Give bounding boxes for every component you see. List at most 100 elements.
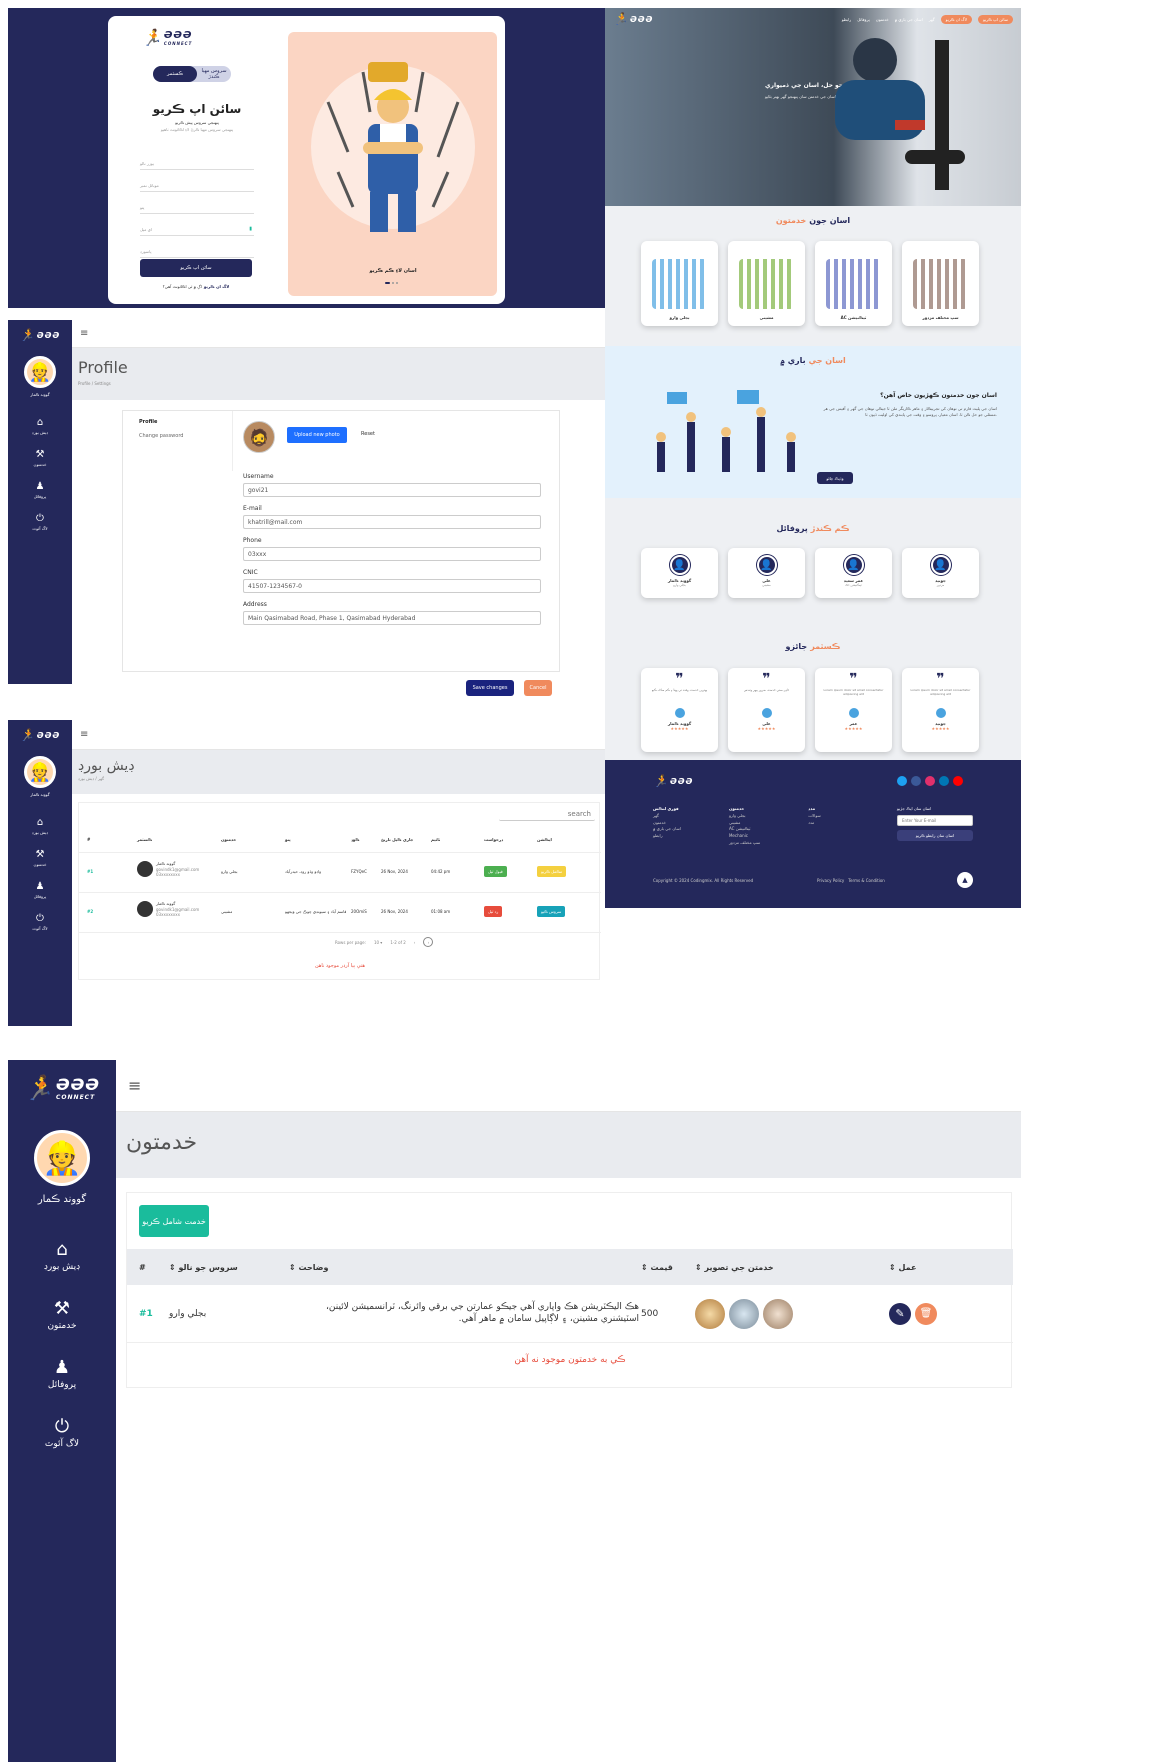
request-badge[interactable]: رد ٿيل — [484, 906, 503, 917]
sidebar-item-2[interactable]: ♟ پروفائل — [44, 1357, 80, 1390]
signup-field-0[interactable]: يوزر نالو — [140, 148, 254, 170]
menu-toggle-icon[interactable]: ≡ — [80, 328, 88, 339]
review-card[interactable]: ❞ Lorem ipsum dolor sit amet consectetur … — [815, 668, 892, 752]
nav-profile[interactable]: Profile — [123, 411, 232, 429]
newsletter-button[interactable]: اسان سان رابطو ڪريو — [897, 830, 973, 841]
worker-card[interactable]: 👤 گووند ڪمار بجلي وارو — [641, 548, 718, 598]
column-header[interactable]: ⇕ قيمت — [641, 1263, 673, 1272]
worker-card[interactable]: 👤 جونيد مزدور — [902, 548, 979, 598]
nav-link[interactable]: اسان جي باري ۾ — [895, 17, 923, 22]
column-header[interactable]: # — [139, 1263, 146, 1272]
profile-field-input[interactable] — [243, 611, 541, 625]
newsletter-email-input[interactable] — [897, 815, 973, 826]
sidebar-item-2[interactable]: ♟ پروفائل — [32, 481, 48, 499]
sidebar-item-1[interactable]: ⚒ خدمتون — [32, 849, 48, 867]
toggle-customer[interactable]: ڪسٽمر — [153, 66, 197, 82]
review-card[interactable]: ❞ Lorem ipsum dolor sit amet consectetur … — [902, 668, 979, 752]
sidebar-logo[interactable]: 🏃 ƏƏƏ CONNECT — [24, 1074, 100, 1102]
sidebar-item-2[interactable]: ♟ پروفائل — [32, 881, 48, 899]
footer-link[interactable]: مشيني — [729, 820, 760, 827]
column-header[interactable]: ⇕ وضاحت — [289, 1263, 328, 1272]
save-changes-button[interactable]: Save changes — [466, 680, 514, 696]
service-card[interactable]: بجلي وارو — [641, 241, 718, 326]
nav-link[interactable]: گهر — [929, 17, 935, 22]
rows-per-page-select[interactable]: 10 ▾ — [374, 940, 382, 945]
cancel-button[interactable]: Cancel — [524, 680, 552, 696]
column-header[interactable]: خدمتون — [221, 837, 236, 842]
nav-link[interactable]: خدمتون — [876, 17, 889, 22]
upload-photo-button[interactable]: Upload new photo — [287, 427, 347, 443]
column-header[interactable]: ٽائيم — [431, 837, 440, 842]
action-button[interactable]: سروس ڪيو — [537, 906, 566, 917]
menu-toggle-icon[interactable]: ≡ — [128, 1076, 141, 1095]
signup-field-2[interactable]: پتو — [140, 192, 254, 214]
delete-icon[interactable]: 🗑 — [915, 1302, 937, 1325]
footer-link[interactable]: مدد — [808, 820, 821, 827]
worker-card[interactable]: 👤 علي مشيني — [728, 548, 805, 598]
column-header[interactable]: ⇕ خدمتن جي تصوير — [695, 1263, 774, 1272]
service-card[interactable]: AC ٽيڪنيشن — [815, 241, 892, 326]
service-image[interactable] — [729, 1298, 759, 1329]
scroll-top-button[interactable]: ▲ — [957, 872, 973, 888]
about-more-button[interactable]: وڌيڪ ڄاڻو — [817, 472, 853, 484]
role-toggle[interactable]: ڪسٽمر سروس مهيا ڪندڙ — [153, 66, 231, 82]
sidebar-item-0[interactable]: ⌂ ڊيش بورڊ — [32, 417, 48, 435]
profile-field-input[interactable] — [243, 547, 541, 561]
footer-link[interactable]: سڀ مختلف مزدور — [729, 840, 760, 847]
footer-link[interactable]: Mechanic — [729, 833, 760, 840]
footer-link[interactable]: رابطو — [653, 833, 681, 840]
review-card[interactable]: ❞ ڏاڍي سٺي خدمت، ضرور ٻيهر وٺندس علي ★★★★★ — [728, 668, 805, 752]
column-header[interactable]: پتو — [285, 837, 291, 842]
sidebar-item-3[interactable]: ⏻ لاگ آئوٽ — [44, 1416, 80, 1449]
service-image[interactable] — [695, 1298, 725, 1329]
landing-logo[interactable]: 🏃 ƏƏƏ — [613, 12, 653, 26]
service-card[interactable]: سڀ مختلف مزدور — [902, 241, 979, 326]
footer-link[interactable]: AC ٽيڪنيشن — [729, 826, 760, 833]
footer-link[interactable]: اسان جي باري ۾ — [653, 826, 681, 833]
reset-button[interactable]: Reset — [361, 431, 375, 437]
signup-submit-button[interactable]: سائن اپ ڪريو — [140, 259, 252, 277]
signup-field-1[interactable]: موبائل نمبر — [140, 170, 254, 192]
review-card[interactable]: ❞ بهترين خدمت، وقت تي پهتا ۽ ڪم صاف ڪيو گو… — [641, 668, 718, 752]
privacy-link[interactable]: Privacy Policy — [817, 878, 844, 883]
signup-field-4[interactable]: پاسورڊ — [140, 236, 254, 258]
profile-field-input[interactable] — [243, 483, 541, 497]
service-image[interactable] — [763, 1298, 793, 1329]
terms-link[interactable]: Terms & Condition — [848, 878, 885, 883]
footer-link[interactable]: بجلي وارو — [729, 813, 760, 820]
request-badge[interactable]: قبول ٿيل — [484, 866, 507, 877]
nav-link[interactable]: رابطو — [842, 17, 852, 22]
linkedin-icon[interactable] — [939, 776, 949, 786]
footer-link[interactable]: سوالات — [808, 813, 821, 820]
sidebar-item-1[interactable]: ⚒ خدمتون — [32, 449, 48, 467]
profile-field-input[interactable] — [243, 579, 541, 593]
column-header[interactable]: جاري ڪيل تاريخ — [381, 837, 413, 842]
column-header[interactable]: ⇕ عمل — [889, 1263, 916, 1272]
nav-signup-button[interactable]: سائن اپ ڪريو — [977, 14, 1013, 24]
sidebar-item-3[interactable]: ⏻ لاگ آئوٽ — [32, 913, 48, 931]
footer-logo[interactable]: 🏃 ƏƏƏ — [653, 774, 693, 788]
youtube-icon[interactable] — [953, 776, 963, 786]
profile-field-input[interactable] — [243, 515, 541, 529]
instagram-icon[interactable] — [925, 776, 935, 786]
signup-field-3[interactable]: اي ميل ▮ — [140, 214, 254, 236]
footer-link[interactable]: گهر — [653, 813, 681, 820]
next-page-icon[interactable]: › — [423, 937, 434, 947]
nav-change-password[interactable]: Change password — [123, 429, 232, 443]
facebook-icon[interactable] — [911, 776, 921, 786]
nav-login-button[interactable]: لاگ ان ڪريو — [940, 14, 972, 24]
twitter-icon[interactable] — [897, 776, 907, 786]
prev-page-icon[interactable]: ‹ — [414, 940, 416, 945]
sidebar-item-0[interactable]: ⌂ ڊيش بورڊ — [44, 1239, 80, 1272]
login-link[interactable]: لاگ ان ڪريو — [204, 284, 229, 289]
column-header[interactable]: ايڪشن — [537, 837, 552, 842]
edit-icon[interactable]: ✎ — [889, 1302, 911, 1325]
column-header[interactable]: ⇕ سروس جو نالو — [169, 1263, 238, 1272]
column-header[interactable]: ڪوڊ — [351, 837, 360, 842]
service-card[interactable]: مشيني — [728, 241, 805, 326]
worker-card[interactable]: 👤 عمر سعيد AC ٽيڪنيشن — [815, 548, 892, 598]
sidebar-item-1[interactable]: ⚒ خدمتون — [44, 1298, 80, 1331]
sidebar-logo[interactable]: 🏃 ƏƏƏ — [20, 328, 60, 342]
sidebar-item-0[interactable]: ⌂ ڊيش بورڊ — [32, 817, 48, 835]
column-header[interactable]: # — [87, 837, 90, 842]
